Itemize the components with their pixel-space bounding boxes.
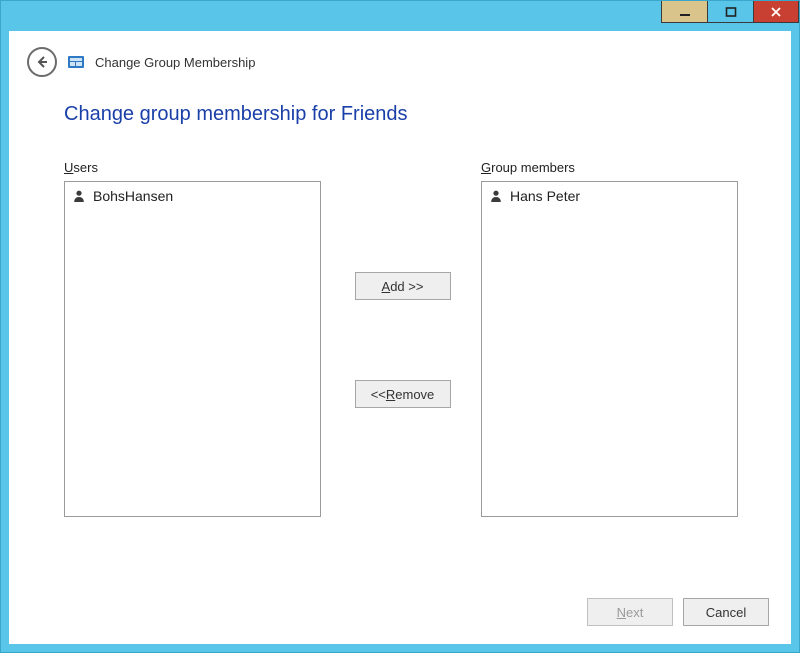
list-item-label: BohsHansen bbox=[93, 188, 173, 204]
content: Change group membership for Friends User… bbox=[9, 103, 791, 517]
add-button[interactable]: Add >> bbox=[355, 272, 451, 300]
client-area: Change Group Membership Change group mem… bbox=[9, 31, 791, 644]
app-icon bbox=[67, 53, 85, 71]
back-button[interactable] bbox=[27, 47, 57, 77]
maximize-button[interactable] bbox=[707, 1, 753, 23]
columns: Users BohsHansen Add >> << Remove bbox=[64, 160, 741, 517]
person-icon bbox=[71, 188, 87, 204]
breadcrumb: Change Group Membership bbox=[95, 55, 255, 70]
person-icon bbox=[488, 188, 504, 204]
close-button[interactable] bbox=[753, 1, 799, 23]
users-column: Users BohsHansen bbox=[64, 160, 324, 517]
header: Change Group Membership bbox=[9, 31, 791, 103]
page-title: Change group membership for Friends bbox=[64, 103, 741, 126]
members-column: Group members Hans Peter bbox=[481, 160, 741, 517]
members-label: Group members bbox=[481, 160, 741, 175]
list-item[interactable]: BohsHansen bbox=[71, 186, 314, 206]
window-frame: Change Group Membership Change group mem… bbox=[0, 0, 800, 653]
titlebar bbox=[1, 1, 799, 29]
cancel-button[interactable]: Cancel bbox=[683, 598, 769, 626]
remove-button[interactable]: << Remove bbox=[355, 380, 451, 408]
footer-buttons: Next Cancel bbox=[587, 598, 769, 626]
window-control-buttons bbox=[661, 1, 799, 23]
list-item[interactable]: Hans Peter bbox=[488, 186, 731, 206]
users-label: Users bbox=[64, 160, 324, 175]
list-item-label: Hans Peter bbox=[510, 188, 580, 204]
users-listbox[interactable]: BohsHansen bbox=[64, 181, 321, 517]
transfer-buttons: Add >> << Remove bbox=[324, 160, 481, 408]
minimize-button[interactable] bbox=[661, 1, 707, 23]
next-button[interactable]: Next bbox=[587, 598, 673, 626]
members-listbox[interactable]: Hans Peter bbox=[481, 181, 738, 517]
